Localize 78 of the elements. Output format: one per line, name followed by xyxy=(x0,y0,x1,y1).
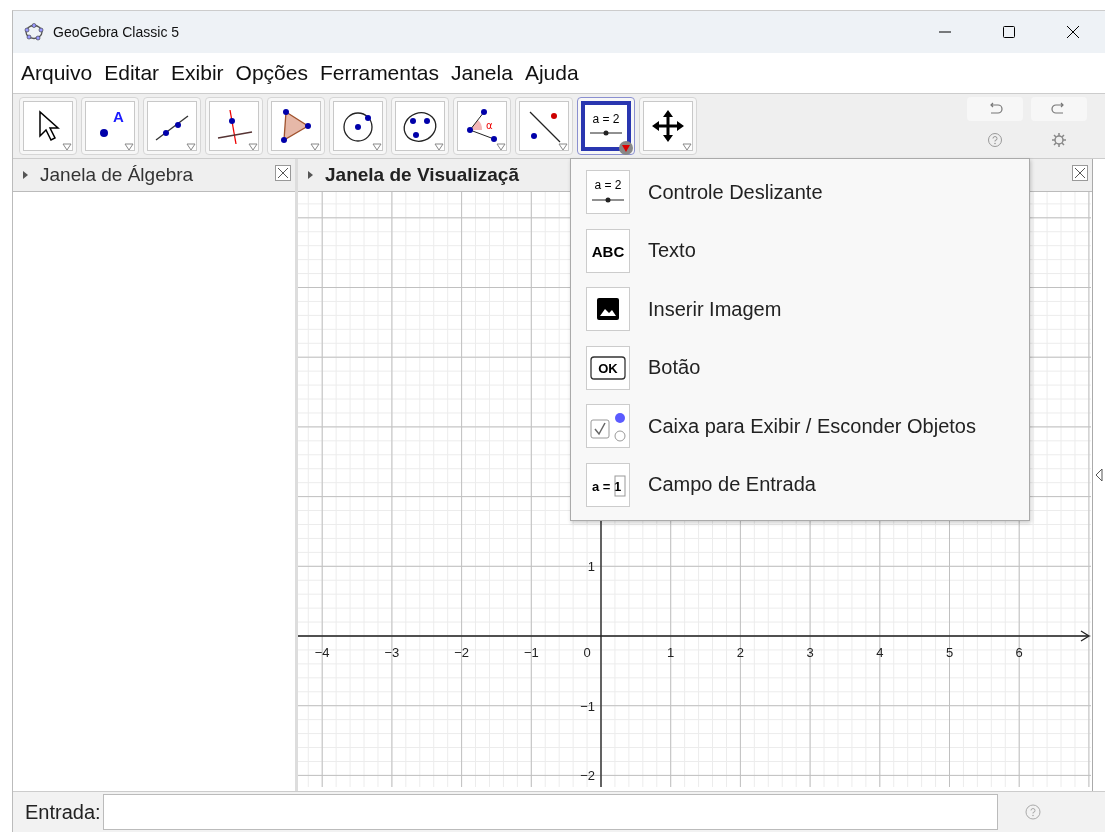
axis-label: 2 xyxy=(736,645,744,660)
dropdown-arrow-icon[interactable] xyxy=(434,143,444,151)
icon-label: ABC xyxy=(591,242,625,260)
tool-button[interactable]: α xyxy=(453,97,511,155)
dropdown-arrow-icon[interactable] xyxy=(186,143,196,151)
menu-item[interactable]: Editar xyxy=(104,61,160,85)
menu-item[interactable]: Janela xyxy=(451,61,513,85)
axis-label: −3 xyxy=(384,645,400,660)
icon-label: a = 2 xyxy=(592,112,620,126)
menu-item[interactable]: Opções xyxy=(235,61,308,85)
close-icon[interactable] xyxy=(1072,165,1088,181)
axis-label: 4 xyxy=(876,645,884,660)
app-logo-icon xyxy=(23,21,45,43)
slider-icon xyxy=(589,130,623,136)
dropdown-arrow-icon[interactable] xyxy=(496,143,506,151)
menu-item[interactable]: Ferramentas xyxy=(319,61,439,85)
panel-title: Janela de Visualizaçã xyxy=(325,164,519,186)
menu-item[interactable]: Caixa para Exibir / Esconder Objetos xyxy=(648,414,976,438)
tool-button[interactable] xyxy=(639,97,697,155)
tool-button[interactable] xyxy=(19,97,77,155)
dropdown-arrow-icon[interactable] xyxy=(248,143,258,151)
axis-label: −1 xyxy=(523,645,539,660)
close-icon xyxy=(1065,24,1081,40)
tool-button[interactable] xyxy=(391,97,449,155)
minimize-icon xyxy=(937,31,953,33)
menu-item[interactable]: Controle Deslizante xyxy=(648,180,823,204)
expand-icon[interactable] xyxy=(21,169,30,181)
redo-button[interactable] xyxy=(1031,97,1087,121)
icon-label: OK xyxy=(598,360,618,376)
icon-label: α xyxy=(486,120,493,131)
tool-button[interactable]: A xyxy=(81,97,139,155)
angle-drawing xyxy=(467,109,497,142)
input-box-icon xyxy=(614,475,626,497)
icon-label: A xyxy=(113,108,124,125)
menu-item[interactable]: Texto xyxy=(648,239,696,263)
axis-label: 1 xyxy=(667,645,675,660)
tool-button[interactable] xyxy=(267,97,325,155)
menu-item[interactable]: Exibir xyxy=(171,61,224,85)
tool-button[interactable] xyxy=(143,97,201,155)
axis-label: 0 xyxy=(583,645,591,660)
axis-label: −4 xyxy=(314,645,330,660)
settings-icon[interactable] xyxy=(1050,131,1068,149)
menu-item[interactable]: Botão xyxy=(648,356,701,380)
menu-item[interactable]: Inserir Imagem xyxy=(648,297,782,321)
dropdown-arrow-icon[interactable] xyxy=(310,143,320,151)
axis-label: 1 xyxy=(587,559,595,575)
axis-label: −1 xyxy=(580,698,595,714)
window-title: GeoGebra Classic 5 xyxy=(53,24,180,40)
tool-button[interactable] xyxy=(329,97,387,155)
help-icon[interactable] xyxy=(1023,803,1042,821)
point-icon xyxy=(100,129,108,137)
panel-title: Janela de Álgebra xyxy=(40,164,194,186)
input-label: Entrada: xyxy=(25,800,101,824)
maximize-icon xyxy=(1001,24,1017,40)
button-icon xyxy=(590,356,626,380)
tool-button[interactable]: a = 2 xyxy=(577,97,635,155)
slider-icon xyxy=(591,197,625,203)
axis-label: −2 xyxy=(580,768,595,784)
icon-label: a = 2 xyxy=(594,178,622,193)
menu-item[interactable]: Ajuda xyxy=(524,61,579,85)
dropdown-arrow-icon[interactable] xyxy=(558,143,568,151)
axis-label: 5 xyxy=(945,645,954,660)
input-field[interactable] xyxy=(102,794,998,830)
expand-icon[interactable] xyxy=(306,169,315,181)
help-icon[interactable] xyxy=(986,131,1004,149)
axis-label: 6 xyxy=(1015,645,1023,660)
dropdown-arrow-icon[interactable] xyxy=(372,143,382,151)
dropdown-arrow-icon[interactable] xyxy=(62,143,72,151)
menu-item[interactable]: Arquivo xyxy=(21,61,93,85)
icon-label: a = 1 xyxy=(592,478,622,494)
menu-item[interactable]: Campo de Entrada xyxy=(648,473,816,497)
dropdown-arrow-icon[interactable] xyxy=(682,143,692,151)
close-icon[interactable] xyxy=(275,165,291,181)
axis-label: −2 xyxy=(454,645,469,660)
collapse-icon[interactable] xyxy=(1095,468,1103,482)
dropdown-arrow-icon[interactable] xyxy=(124,143,134,151)
undo-button[interactable] xyxy=(967,97,1023,121)
axis-label: 3 xyxy=(806,645,814,660)
